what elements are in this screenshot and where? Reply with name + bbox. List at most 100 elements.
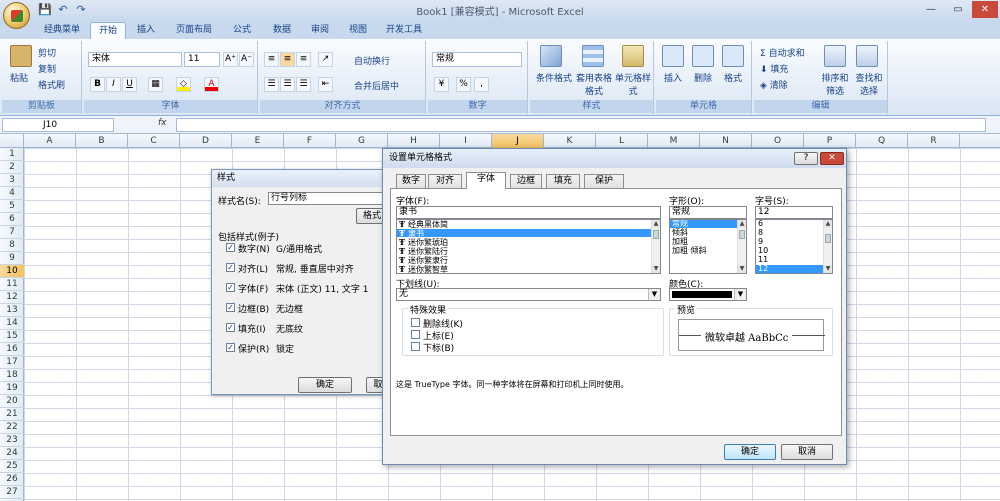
font-size-combo[interactable]: 11 <box>184 52 220 67</box>
row-header[interactable]: 7 <box>0 226 24 239</box>
column-header[interactable]: F <box>284 134 336 148</box>
font-list-item[interactable]: Ŧ 迷你繁隶行 <box>397 256 652 265</box>
column-header[interactable]: Q <box>856 134 908 148</box>
save-icon[interactable]: 💾 <box>38 3 52 17</box>
column-header[interactable]: L <box>596 134 648 148</box>
column-header[interactable]: A <box>24 134 76 148</box>
format-as-table-button[interactable]: 套用表格格式 <box>574 71 614 97</box>
size-list-scrollbar[interactable]: ▲ ▼ <box>823 220 832 273</box>
percent-button[interactable]: % <box>456 77 471 92</box>
format-as-table-icon[interactable] <box>582 45 604 67</box>
undo-icon[interactable]: ↶ <box>56 3 70 17</box>
format-painter-button[interactable]: 格式刷 <box>38 78 65 91</box>
row-header[interactable]: 8 <box>0 239 24 252</box>
font-list-item[interactable]: Ŧ 经典黑体简 <box>397 220 652 229</box>
tab-review[interactable]: 审阅 <box>302 22 338 39</box>
column-header[interactable]: R <box>908 134 960 148</box>
restore-button[interactable]: ▭ <box>945 1 971 18</box>
tab-developer[interactable]: 开发工具 <box>378 22 430 39</box>
cell-styles-button[interactable]: 单元格样式 <box>614 71 652 97</box>
row-header[interactable]: 9 <box>0 252 24 265</box>
insert-button[interactable]: 插入 <box>664 71 682 84</box>
row-header[interactable]: 19 <box>0 382 24 395</box>
font-size-item[interactable]: 11 <box>756 256 824 264</box>
column-header[interactable]: I <box>440 134 492 148</box>
column-header[interactable]: C <box>128 134 180 148</box>
row-header[interactable]: 3 <box>0 174 24 187</box>
font-list-item[interactable]: Ŧ 迷你繁陆行 <box>397 247 652 256</box>
font-size-list[interactable]: 6 8 9 10 11 12 ▲ ▼ <box>755 219 833 274</box>
underline-select[interactable]: 无 ▼ <box>396 288 661 301</box>
minimize-button[interactable]: — <box>918 1 944 18</box>
row-header[interactable]: 25 <box>0 460 24 473</box>
find-select-button[interactable]: 查找和选择 <box>852 71 886 97</box>
align-left-icon[interactable]: ☰ <box>264 77 279 92</box>
row-header[interactable]: 24 <box>0 447 24 460</box>
row-header[interactable]: 18 <box>0 369 24 382</box>
insert-cells-icon[interactable] <box>662 45 684 67</box>
font-list-item[interactable]: Ŧ 迷你繁智草 <box>397 265 652 273</box>
orientation-icon[interactable]: ↗ <box>318 52 333 67</box>
font-input[interactable]: 隶书 <box>396 206 661 219</box>
office-button[interactable] <box>3 2 30 29</box>
select-all-corner[interactable] <box>0 134 24 148</box>
fx-icon[interactable]: fx <box>158 118 167 128</box>
dialog-close-button[interactable]: ✕ <box>820 152 844 165</box>
column-header[interactable]: K <box>544 134 596 148</box>
tab-font[interactable]: 字体 <box>466 172 506 189</box>
style-ok-button[interactable]: 确定 <box>298 377 352 393</box>
tab-formulas[interactable]: 公式 <box>224 22 260 39</box>
copy-button[interactable]: 复制 <box>38 62 56 75</box>
row-header[interactable]: 23 <box>0 434 24 447</box>
format-ok-button[interactable]: 确定 <box>724 444 776 460</box>
format-cells-icon[interactable] <box>722 45 744 67</box>
font-style-item[interactable]: 加粗 <box>670 238 738 246</box>
name-box[interactable]: J10 <box>2 118 114 132</box>
cell-styles-icon[interactable] <box>622 45 644 67</box>
column-header[interactable]: H <box>388 134 440 148</box>
indent-icon[interactable]: ⇤ <box>318 77 333 92</box>
tab-data[interactable]: 数据 <box>264 22 300 39</box>
row-header[interactable]: 21 <box>0 408 24 421</box>
tab-home[interactable]: 开始 <box>90 22 126 39</box>
clear-button[interactable]: ◈ 清除 <box>760 78 788 91</box>
style-include-checkbox[interactable]: ✓ <box>226 343 235 352</box>
style-include-checkbox[interactable]: ✓ <box>226 243 235 252</box>
italic-button[interactable]: I <box>106 77 121 92</box>
font-style-list[interactable]: 常规 倾斜 加粗 加粗 倾斜 ▲ ▼ <box>669 219 747 274</box>
row-header[interactable]: 4 <box>0 187 24 200</box>
column-header[interactable]: E <box>232 134 284 148</box>
row-header[interactable]: 6 <box>0 213 24 226</box>
format-cancel-button[interactable]: 取消 <box>781 444 833 460</box>
font-list-scrollbar[interactable]: ▲ ▼ <box>651 220 660 273</box>
style-name-input[interactable]: 行号列标 <box>268 192 388 205</box>
column-header[interactable]: O <box>752 134 804 148</box>
column-header[interactable]: G <box>336 134 388 148</box>
redo-icon[interactable]: ↷ <box>74 3 88 17</box>
formula-input[interactable] <box>176 118 986 132</box>
column-header[interactable]: B <box>76 134 128 148</box>
font-size-input[interactable]: 12 <box>755 206 833 219</box>
column-header[interactable]: M <box>648 134 700 148</box>
currency-button[interactable]: ¥ <box>434 77 449 92</box>
font-size-item[interactable]: 10 <box>756 247 824 255</box>
close-button[interactable]: ✕ <box>972 1 998 18</box>
row-header[interactable]: 13 <box>0 304 24 317</box>
tab-alignment[interactable]: 对齐 <box>428 174 462 188</box>
grow-font-button[interactable]: A⁺ <box>223 52 238 67</box>
bold-button[interactable]: B <box>90 77 105 92</box>
tab-protection[interactable]: 保护 <box>584 174 624 188</box>
tab-fill[interactable]: 填充 <box>546 174 580 188</box>
row-header[interactable]: 5 <box>0 200 24 213</box>
row-header[interactable]: 14 <box>0 317 24 330</box>
conditional-format-icon[interactable] <box>540 45 562 67</box>
column-header[interactable]: N <box>700 134 752 148</box>
underline-button[interactable]: U <box>122 77 137 92</box>
row-header[interactable]: 22 <box>0 421 24 434</box>
row-header[interactable]: 16 <box>0 343 24 356</box>
tab-classic-menu[interactable]: 经典菜单 <box>36 22 88 39</box>
shrink-font-button[interactable]: A⁻ <box>239 52 254 67</box>
tab-number[interactable]: 数字 <box>396 174 426 188</box>
help-button[interactable]: ? <box>794 152 818 165</box>
merge-center-button[interactable]: 合并后居中 <box>354 79 399 92</box>
